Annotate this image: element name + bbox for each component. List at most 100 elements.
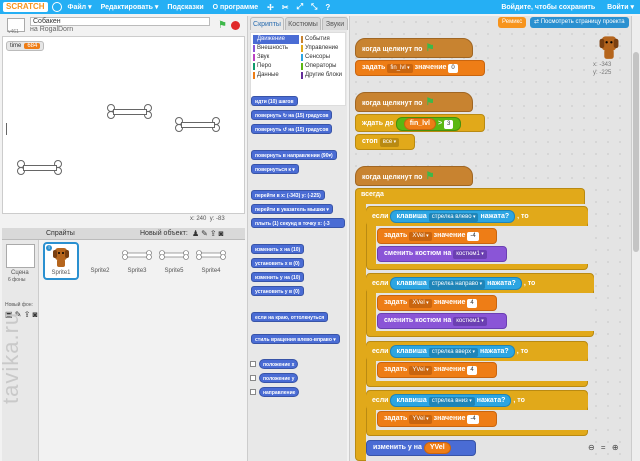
wait-until-block[interactable]: ждать до fin_lvl >3 [355,114,485,132]
block-change-y[interactable]: изменить у на (10) [251,272,305,282]
reporter-x-position[interactable]: положение х [259,359,299,369]
value-input[interactable]: -4 [467,415,479,424]
sprite-tile[interactable]: Sprite2 [82,242,118,280]
block-point-towards[interactable]: повернуться к ▾ [251,164,299,174]
category-data[interactable]: Данные [253,71,279,80]
duplicate-icon[interactable]: ✢ [267,3,274,12]
bone-sprite[interactable] [17,160,63,176]
key-pressed-sensor[interactable]: клавишастрелка вверхнажата? [390,345,515,358]
value-input[interactable]: 0 [448,64,458,73]
value-input[interactable]: 4 [467,366,477,375]
block-set-x[interactable]: установить х в (0) [251,258,304,268]
key-dropdown[interactable]: стрелка вверх [428,348,479,357]
category-motion[interactable]: Движение [253,35,299,44]
script-area[interactable]: когда щелкнут по⚑ задатьfin_lvlзначение0… [349,16,631,461]
zoom-controls[interactable]: ⊖ = ⊕ [588,443,621,452]
key-pressed-sensor[interactable]: клавишастрелка внизнажата? [390,394,512,407]
block-goto[interactable]: перейти в указатель мышки ▾ [251,204,333,214]
costume-dropdown[interactable]: костюм1 [453,250,487,259]
scratch-logo[interactable]: SCRATCH [3,2,48,12]
sprite-tile[interactable]: Sprite3 [119,242,155,280]
variable-dropdown[interactable]: YVel [409,415,432,424]
category-looks[interactable]: Внешность [253,44,288,53]
checkbox-y-position[interactable] [250,375,256,381]
when-flag-clicked-hat[interactable]: когда щелкнут по ⚑ [355,92,473,112]
set-variable-block[interactable]: задатьYVelзначение4 [377,362,497,378]
set-variable-block[interactable]: задатьfin_lvlзначение0 [355,60,485,76]
stop-icon[interactable] [231,21,240,30]
block-change-x[interactable]: изменить х на (10) [251,244,305,254]
category-more-blocks[interactable]: Другие блоки [301,71,342,80]
stage[interactable]: time 684 [2,36,245,214]
key-pressed-sensor[interactable]: клавишастрелка влевонажата? [390,210,516,223]
info-icon[interactable]: i [46,245,52,251]
compare-input[interactable]: 3 [444,120,454,129]
category-events[interactable]: События [301,35,330,44]
switch-costume-block[interactable]: сменить костюм на костюм1 [377,246,507,262]
category-sound[interactable]: Звук [253,53,269,62]
set-variable-block[interactable]: задатьYVelзначение-4 [377,411,497,427]
camera-icon[interactable]: ◙ [219,229,226,238]
switch-costume-block[interactable]: сменить костюм на костюм1 [377,313,507,329]
login-link[interactable]: Войти ▾ [607,3,634,11]
menu-edit[interactable]: Редактировать ▾ [101,3,159,11]
block-set-y[interactable]: установить у в (0) [251,286,304,296]
when-flag-clicked-hat[interactable]: когда щелкнут по ⚑ [355,166,473,186]
grow-icon[interactable]: ⤢ [297,2,303,12]
yvel-reporter[interactable]: YVel [423,442,451,454]
bone-sprite[interactable] [175,117,221,133]
key-dropdown[interactable]: стрелка направо [428,280,486,289]
block-bounce[interactable]: если на краю, оттолкнуться [251,312,329,322]
menu-file[interactable]: Файл ▾ [68,3,92,11]
tab-sounds[interactable]: Звуки [322,17,348,30]
scrollbar-thumb[interactable] [633,52,639,252]
key-dropdown[interactable]: стрелка вниз [428,397,475,406]
menu-about[interactable]: О программе [213,4,259,11]
tab-costumes[interactable]: Костюмы [285,17,321,30]
checkbox-direction[interactable] [250,389,256,395]
globe-icon[interactable] [51,2,62,12]
project-title-input[interactable]: Собакен [30,17,210,26]
block-rotation-style[interactable]: стиль вращения влево-вправо ▾ [251,334,340,344]
value-input[interactable]: -4 [467,232,479,241]
block-turn-right[interactable]: повернуть ↻ на (15) градусов [251,110,333,120]
shrink-icon[interactable]: ⤡ [311,2,317,12]
help-icon[interactable]: ? [325,3,330,12]
sprite-tile[interactable]: Sprite5 [156,242,192,280]
greater-than-operator[interactable]: fin_lvl >3 [395,117,462,131]
set-variable-block[interactable]: задатьXVelзначение4 [377,295,497,311]
variable-dropdown[interactable]: fin_lvl [387,64,413,73]
costume-dropdown[interactable]: костюм1 [453,317,487,326]
key-dropdown[interactable]: стрелка влево [428,213,479,222]
reporter-y-position[interactable]: положение у [259,373,299,383]
fin-lvl-reporter[interactable]: fin_lvl [403,118,436,130]
block-move[interactable]: идти (10) шагов [251,96,298,106]
block-turn-left[interactable]: повернуть ↺ на (15) градусов [251,124,333,134]
variable-dropdown[interactable]: YVel [409,366,432,375]
category-operators[interactable]: Операторы [301,62,336,71]
block-goto-xy[interactable]: перейти в x: (-343) y: (-225) [251,190,325,200]
green-flag-icon[interactable]: ⚑ [218,20,227,31]
menu-tips[interactable]: Подсказки [167,4,203,11]
library-icon[interactable]: ♟ [192,229,201,238]
sprite-tile[interactable]: Sprite4 [193,242,229,280]
backdrop-upload-icon[interactable]: ⇪ [24,310,31,319]
vertical-scrollbar[interactable] [631,16,640,461]
reporter-direction[interactable]: направление [259,387,300,397]
stop-dropdown[interactable]: все [379,138,400,147]
value-input[interactable]: 4 [467,299,477,308]
bone-sprite[interactable] [107,104,153,120]
variable-dropdown[interactable]: XVel [409,232,432,241]
when-flag-clicked-hat[interactable]: когда щелкнут по ⚑ [355,38,473,58]
paint-icon[interactable]: ✎ [201,229,210,238]
variable-dropdown[interactable]: XVel [409,299,432,308]
sprite-tile[interactable]: i Sprite1 [43,242,79,280]
remix-button[interactable]: Ремикс [498,17,527,28]
see-project-page-button[interactable]: ⇄ Посмотреть страницу проекта [530,17,629,28]
tab-scripts[interactable]: Скрипты [250,17,284,30]
delete-icon[interactable]: ✂ [282,3,289,12]
key-pressed-sensor[interactable]: клавишастрелка направонажата? [390,277,522,290]
stop-block[interactable]: стоп все [355,134,415,150]
save-prompt[interactable]: Войдите, чтобы сохранить [501,4,595,11]
category-sensing[interactable]: Сенсоры [301,53,330,62]
